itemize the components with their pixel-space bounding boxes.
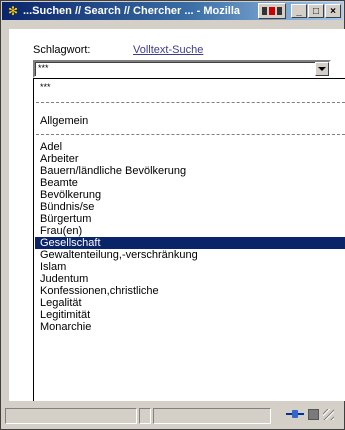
status-panel — [139, 408, 151, 424]
toolbar-toggle-icon[interactable] — [258, 3, 286, 19]
option-all[interactable]: *** — [35, 81, 345, 93]
option-item-selected[interactable]: Gesellschaft — [35, 237, 345, 249]
option-item[interactable]: Arbeiter — [35, 153, 345, 165]
select-dropdown-button[interactable] — [315, 62, 329, 76]
select-value: *** — [38, 63, 49, 73]
keyword-select[interactable]: *** — [33, 60, 331, 78]
minimize-button[interactable]: _ — [291, 4, 307, 18]
status-icons — [286, 408, 334, 420]
option-item[interactable]: Konfessionen,christliche — [35, 285, 345, 297]
maximize-button[interactable]: □ — [308, 4, 324, 18]
title-bar[interactable]: ✻ ...Suchen // Search // Chercher ... - … — [2, 2, 343, 20]
option-item[interactable]: Legitimität — [35, 309, 345, 321]
option-item[interactable]: Legalität — [35, 297, 345, 309]
option-separator — [36, 102, 345, 103]
keyword-label: Schlagwort: — [33, 44, 91, 56]
chevron-down-icon — [318, 67, 326, 71]
option-item[interactable]: Frau(en) — [35, 225, 345, 237]
option-item[interactable]: Adel — [35, 141, 345, 153]
keyword-dropdown-list[interactable]: *** Allgemein Adel Arbeiter Bauern/ländl… — [33, 78, 345, 401]
window-title: ...Suchen // Search // Chercher ... - Mo… — [23, 5, 241, 17]
option-item[interactable]: Judentum — [35, 273, 345, 285]
option-item[interactable]: Bauern/ländliche Bevölkerung — [35, 165, 345, 177]
option-item[interactable]: Bevölkerung — [35, 189, 345, 201]
connection-icon[interactable] — [286, 408, 304, 420]
option-item[interactable]: Bürgertum — [35, 213, 345, 225]
status-bar — [3, 405, 342, 427]
browser-window: ✻ ...Suchen // Search // Chercher ... - … — [0, 0, 345, 430]
option-item[interactable]: Bündnis/se — [35, 201, 345, 213]
resize-grip-icon[interactable] — [323, 408, 334, 420]
status-progress-panel — [153, 408, 271, 424]
option-item[interactable]: Gewaltenteilung,-verschränkung — [35, 249, 345, 261]
keyword-row: Schlagwort: Volltext-Suche — [33, 44, 203, 56]
mozilla-icon: ✻ — [7, 4, 19, 18]
page-content: Schlagwort: Volltext-Suche *** *** Allge… — [9, 29, 345, 401]
fulltext-search-link[interactable]: Volltext-Suche — [133, 44, 203, 56]
option-allgemein[interactable]: Allgemein — [35, 115, 345, 127]
option-separator — [36, 134, 345, 135]
option-item[interactable]: Beamte — [35, 177, 345, 189]
close-button[interactable]: × — [325, 4, 341, 18]
status-text-panel — [5, 408, 137, 424]
option-item[interactable]: Islam — [35, 261, 345, 273]
option-item[interactable]: Monarchie — [35, 321, 345, 333]
lock-icon[interactable] — [308, 408, 319, 420]
